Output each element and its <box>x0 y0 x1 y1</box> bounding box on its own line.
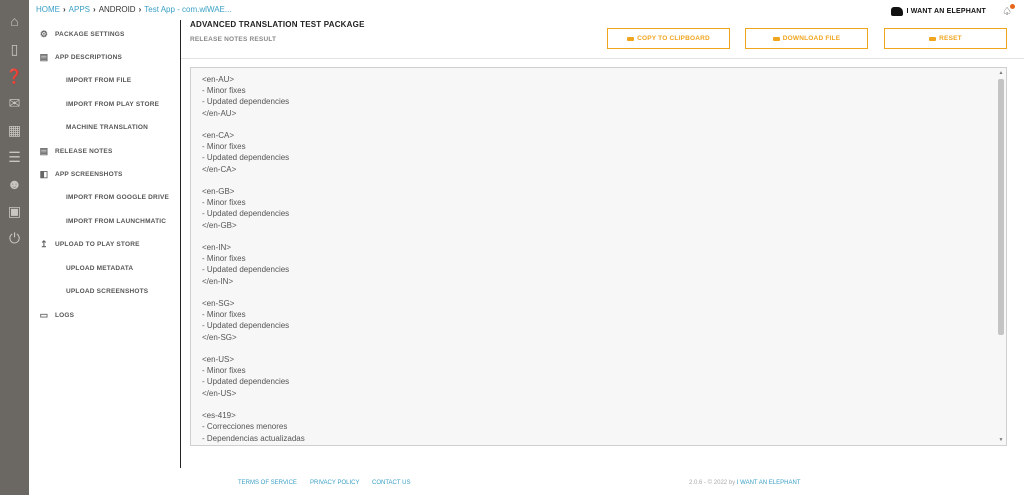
list-icon[interactable]: ☰ <box>0 146 29 168</box>
mail-icon[interactable]: ✉ <box>0 92 29 114</box>
sidebar-item-machine-translation[interactable]: MACHINE TRANSLATION <box>29 117 148 137</box>
icon-rail: ⌂ ▯ ❓ ✉ ▦ ☰ ☻ ▣ ⏻ <box>0 0 29 495</box>
sidebar-item-label: APP SCREENSHOTS <box>55 170 123 178</box>
home-icon[interactable]: ⌂ <box>0 10 29 32</box>
sidebar-item-upload-metadata[interactable]: UPLOAD METADATA <box>29 258 133 278</box>
vertical-scrollbar[interactable]: ▲ ▼ <box>997 69 1005 444</box>
download-file-button[interactable]: DOWNLOAD FILE <box>745 28 868 49</box>
sidebar-item-app-descriptions[interactable]: ▤ APP DESCRIPTIONS <box>29 47 122 67</box>
notification-bell-icon[interactable]: ♤ <box>1002 4 1015 18</box>
sidebar-item-label: UPLOAD SCREENSHOTS <box>66 287 149 295</box>
sidebar-item-import-from-launchmatic[interactable]: IMPORT FROM LAUNCHMATIC <box>29 211 166 231</box>
brand-logo[interactable]: I WANT AN ELEPHANT <box>891 7 986 16</box>
reset-label: RESET <box>939 35 962 42</box>
breadcrumb-platform[interactable]: ANDROID <box>99 5 136 14</box>
sidebar-item-label: APP DESCRIPTIONS <box>55 53 123 61</box>
gear-icon: ⚙ <box>39 28 49 39</box>
document-icon: ▤ <box>39 51 49 62</box>
page-title: ADVANCED TRANSLATION TEST PACKAGE <box>190 20 365 29</box>
breadcrumb-app[interactable]: Test App - com.wlWAE... <box>144 5 231 14</box>
footer-copyright: 2.0.6 - © 2022 by I WANT AN ELEPHANT <box>689 480 800 486</box>
phone-icon[interactable]: ▯ <box>0 38 29 60</box>
breadcrumb-separator: › <box>93 5 96 14</box>
breadcrumb-separator: › <box>138 5 142 14</box>
footer-version: 2.0.6 - © 2022 by <box>689 480 736 486</box>
power-icon[interactable]: ⏻ <box>0 227 29 249</box>
sidebar: ⚙ PACKAGE SETTINGS ▤ APP DESCRIPTIONS IMPO… <box>29 20 181 468</box>
sidebar-item-label: IMPORT FROM LAUNCHMATIC <box>66 217 167 225</box>
calendar-icon[interactable]: ▦ <box>0 119 29 141</box>
sidebar-item-import-from-play-store[interactable]: IMPORT FROM PLAY STORE <box>29 94 159 114</box>
sidebar-item-label: UPLOAD TO PLAY STORE <box>55 240 140 248</box>
header-divider <box>181 58 1024 59</box>
breadcrumb: HOME › APPS › ANDROID › Test App - com.wlWAE..… <box>36 5 232 14</box>
copy-to-clipboard-button[interactable]: COPY TO CLIPBOARD <box>607 28 730 49</box>
release-notes-result-text: <en-AU> - Minor fixes - Updated dependen… <box>202 75 305 443</box>
sidebar-item-label: UPLOAD METADATA <box>66 264 134 272</box>
image-icon: ◧ <box>39 168 49 179</box>
sidebar-item-import-from-file[interactable]: IMPORT FROM FILE <box>29 70 131 90</box>
breadcrumb-home[interactable]: HOME <box>36 5 60 14</box>
release-notes-result-textarea[interactable]: <en-AU> - Minor fixes - Updated dependen… <box>190 67 1007 446</box>
upload-icon: ↥ <box>40 238 48 249</box>
sidebar-item-label: IMPORT FROM PLAY STORE <box>66 100 160 108</box>
sidebar-item-logs[interactable]: ▭ LOGS <box>29 305 74 325</box>
sidebar-item-label: RELEASE NOTES <box>55 147 113 155</box>
sidebar-item-import-from-google-drive[interactable]: IMPORT FROM GOOGLE DRIVE <box>29 187 169 207</box>
copy-to-clipboard-label: COPY TO CLIPBOARD <box>637 35 710 42</box>
logs-icon: ▭ <box>39 309 49 320</box>
sidebar-item-label: MACHINE TRANSLATION <box>66 123 149 131</box>
reset-button[interactable]: RESET <box>884 28 1007 49</box>
footer-link-contact[interactable]: CONTACT US <box>372 480 410 486</box>
sidebar-item-package-settings[interactable]: ⚙ PACKAGE SETTINGS <box>29 24 125 44</box>
scroll-down-arrow-icon[interactable]: ▼ <box>997 436 1005 444</box>
sidebar-item-label: IMPORT FROM FILE <box>66 76 132 84</box>
footer-link-terms[interactable]: TERMS OF SERVICE <box>238 480 297 486</box>
footer-link-privacy[interactable]: PRIVACY POLICY <box>310 480 359 486</box>
top-bar: HOME › APPS › ANDROID › Test App - com.wlWAE..… <box>29 0 1024 20</box>
page-subtitle: RELEASE NOTES RESULT <box>190 36 277 43</box>
sidebar-item-release-notes[interactable]: ▤ RELEASE NOTES <box>29 141 113 161</box>
page-header: ADVANCED TRANSLATION TEST PACKAGE RELEAS… <box>190 20 365 43</box>
footer-company-link[interactable]: I WANT AN ELEPHANT <box>737 480 801 486</box>
sidebar-item-label: LOGS <box>55 311 75 319</box>
cart-icon[interactable]: ▣ <box>0 200 29 222</box>
breadcrumb-separator: › <box>63 5 66 14</box>
elephant-icon <box>891 7 904 16</box>
sidebar-item-label: IMPORT FROM GOOGLE DRIVE <box>66 193 170 201</box>
clipboard-icon <box>627 36 635 41</box>
download-file-label: DOWNLOAD FILE <box>782 35 841 42</box>
breadcrumb-apps[interactable]: APPS <box>69 5 90 14</box>
scrollbar-thumb[interactable] <box>998 79 1004 335</box>
sidebar-item-label: PACKAGE SETTINGS <box>55 30 125 38</box>
sidebar-item-upload-to-play-store[interactable]: ↥ UPLOAD TO PLAY STORE <box>29 234 140 254</box>
scroll-up-arrow-icon[interactable]: ▲ <box>997 69 1005 77</box>
document-icon: ▤ <box>39 145 49 156</box>
brand-name: I WANT AN ELEPHANT <box>906 8 986 15</box>
user-icon[interactable]: ☻ <box>0 173 29 195</box>
download-icon <box>772 36 780 41</box>
sidebar-item-upload-screenshots[interactable]: UPLOAD SCREENSHOTS <box>29 281 148 301</box>
reset-icon <box>929 36 937 41</box>
notification-dot <box>1010 4 1015 9</box>
help-icon[interactable]: ❓ <box>0 65 29 87</box>
sidebar-item-app-screenshots[interactable]: ◧ APP SCREENSHOTS <box>29 164 123 184</box>
